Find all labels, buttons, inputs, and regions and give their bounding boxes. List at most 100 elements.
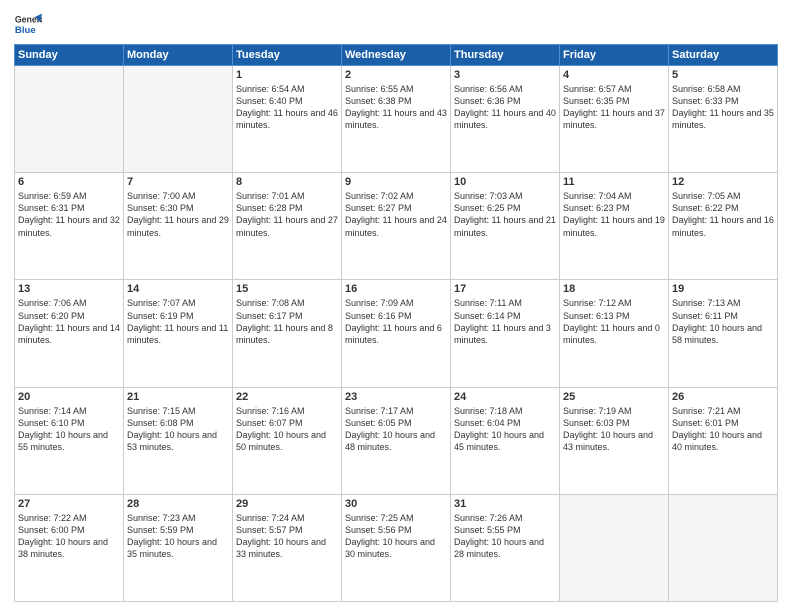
cell-info: Sunrise: 7:14 AMSunset: 6:10 PMDaylight:… (18, 405, 120, 454)
header: General Blue (14, 10, 778, 38)
header-monday: Monday (124, 45, 233, 66)
day-number: 10 (454, 176, 556, 188)
cell-info: Sunrise: 7:09 AMSunset: 6:16 PMDaylight:… (345, 297, 447, 346)
day-number: 19 (672, 283, 774, 295)
week-row-0: 1 Sunrise: 6:54 AMSunset: 6:40 PMDaylight… (15, 66, 778, 173)
calendar-cell: 2 Sunrise: 6:55 AMSunset: 6:38 PMDaylight… (342, 66, 451, 173)
day-number: 18 (563, 283, 665, 295)
day-number: 16 (345, 283, 447, 295)
cell-info: Sunrise: 7:26 AMSunset: 5:55 PMDaylight:… (454, 512, 556, 561)
calendar-cell: 6 Sunrise: 6:59 AMSunset: 6:31 PMDaylight… (15, 173, 124, 280)
cell-info: Sunrise: 7:07 AMSunset: 6:19 PMDaylight:… (127, 297, 229, 346)
cell-info: Sunrise: 7:21 AMSunset: 6:01 PMDaylight:… (672, 405, 774, 454)
cell-info: Sunrise: 7:05 AMSunset: 6:22 PMDaylight:… (672, 190, 774, 239)
day-number: 7 (127, 176, 229, 188)
calendar-cell: 24 Sunrise: 7:18 AMSunset: 6:04 PMDayligh… (451, 387, 560, 494)
day-number: 8 (236, 176, 338, 188)
cell-info: Sunrise: 7:01 AMSunset: 6:28 PMDaylight:… (236, 190, 338, 239)
day-number: 5 (672, 69, 774, 81)
cell-info: Sunrise: 7:12 AMSunset: 6:13 PMDaylight:… (563, 297, 665, 346)
calendar-table: Sunday Monday Tuesday Wednesday Thursday… (14, 44, 778, 602)
cell-info: Sunrise: 7:02 AMSunset: 6:27 PMDaylight:… (345, 190, 447, 239)
cell-info: Sunrise: 7:22 AMSunset: 6:00 PMDaylight:… (18, 512, 120, 561)
calendar-cell: 15 Sunrise: 7:08 AMSunset: 6:17 PMDayligh… (233, 280, 342, 387)
header-saturday: Saturday (669, 45, 778, 66)
calendar-cell: 23Sunrise: 7:17 AMSunset: 6:05 PMDayligh… (342, 387, 451, 494)
calendar-cell: 21Sunrise: 7:15 AMSunset: 6:08 PMDayligh… (124, 387, 233, 494)
cell-info: Sunrise: 6:54 AMSunset: 6:40 PMDaylight:… (236, 83, 338, 132)
cell-info: Sunrise: 7:04 AMSunset: 6:23 PMDaylight:… (563, 190, 665, 239)
cell-info: Sunrise: 7:03 AMSunset: 6:25 PMDaylight:… (454, 190, 556, 239)
calendar-cell: 13 Sunrise: 7:06 AMSunset: 6:20 PMDayligh… (15, 280, 124, 387)
calendar-cell: 14 Sunrise: 7:07 AMSunset: 6:19 PMDayligh… (124, 280, 233, 387)
day-number: 14 (127, 283, 229, 295)
day-number: 28 (127, 498, 229, 510)
day-number: 1 (236, 69, 338, 81)
day-number: 11 (563, 176, 665, 188)
day-number: 2 (345, 69, 447, 81)
calendar-cell: 9 Sunrise: 7:02 AMSunset: 6:27 PMDaylight… (342, 173, 451, 280)
day-number: 31 (454, 498, 556, 510)
calendar-cell: 30 Sunrise: 7:25 AMSunset: 5:56 PMDayligh… (342, 494, 451, 601)
calendar-cell: 1 Sunrise: 6:54 AMSunset: 6:40 PMDaylight… (233, 66, 342, 173)
cell-info: Sunrise: 7:18 AMSunset: 6:04 PMDaylight:… (454, 405, 556, 454)
calendar-cell: 28 Sunrise: 7:23 AMSunset: 5:59 PMDayligh… (124, 494, 233, 601)
day-number: 25 (563, 391, 665, 403)
calendar-cell: 25 Sunrise: 7:19 AMSunset: 6:03 PMDayligh… (560, 387, 669, 494)
day-number: 26 (672, 391, 774, 403)
logo-icon: General Blue (14, 10, 42, 38)
day-number: 4 (563, 69, 665, 81)
day-number: 12 (672, 176, 774, 188)
week-row-1: 6 Sunrise: 6:59 AMSunset: 6:31 PMDaylight… (15, 173, 778, 280)
day-number: 24 (454, 391, 556, 403)
calendar-cell: 31 Sunrise: 7:26 AMSunset: 5:55 PMDayligh… (451, 494, 560, 601)
day-number: 6 (18, 176, 120, 188)
header-friday: Friday (560, 45, 669, 66)
week-row-4: 27 Sunrise: 7:22 AMSunset: 6:00 PMDayligh… (15, 494, 778, 601)
cell-info: Sunrise: 7:19 AMSunset: 6:03 PMDaylight:… (563, 405, 665, 454)
calendar-cell: 20 Sunrise: 7:14 AMSunset: 6:10 PMDayligh… (15, 387, 124, 494)
day-number: 9 (345, 176, 447, 188)
logo: General Blue (14, 10, 42, 38)
calendar-cell: 4Sunrise: 6:57 AMSunset: 6:35 PMDaylight… (560, 66, 669, 173)
calendar-cell (15, 66, 124, 173)
day-header-row: Sunday Monday Tuesday Wednesday Thursday… (15, 45, 778, 66)
day-number: 27 (18, 498, 120, 510)
cell-info: Sunrise: 7:16 AMSunset: 6:07 PMDaylight:… (236, 405, 338, 454)
cell-info: Sunrise: 7:24 AMSunset: 5:57 PMDaylight:… (236, 512, 338, 561)
calendar-cell (560, 494, 669, 601)
cell-info: Sunrise: 7:08 AMSunset: 6:17 PMDaylight:… (236, 297, 338, 346)
week-row-2: 13 Sunrise: 7:06 AMSunset: 6:20 PMDayligh… (15, 280, 778, 387)
calendar-cell (669, 494, 778, 601)
cell-info: Sunrise: 7:23 AMSunset: 5:59 PMDaylight:… (127, 512, 229, 561)
cell-info: Sunrise: 6:58 AMSunset: 6:33 PMDaylight:… (672, 83, 774, 132)
calendar-cell: 26 Sunrise: 7:21 AMSunset: 6:01 PMDayligh… (669, 387, 778, 494)
calendar-cell: 19 Sunrise: 7:13 AMSunset: 6:11 PMDayligh… (669, 280, 778, 387)
header-sunday: Sunday (15, 45, 124, 66)
calendar-cell: 17Sunrise: 7:11 AMSunset: 6:14 PMDayligh… (451, 280, 560, 387)
cell-info: Sunrise: 7:13 AMSunset: 6:11 PMDaylight:… (672, 297, 774, 346)
svg-text:Blue: Blue (15, 25, 36, 36)
day-number: 15 (236, 283, 338, 295)
calendar-cell: 18 Sunrise: 7:12 AMSunset: 6:13 PMDayligh… (560, 280, 669, 387)
calendar-cell: 29Sunrise: 7:24 AMSunset: 5:57 PMDayligh… (233, 494, 342, 601)
cell-info: Sunrise: 7:11 AMSunset: 6:14 PMDaylight:… (454, 297, 556, 346)
calendar-cell: 10 Sunrise: 7:03 AMSunset: 6:25 PMDayligh… (451, 173, 560, 280)
day-number: 30 (345, 498, 447, 510)
cell-info: Sunrise: 7:06 AMSunset: 6:20 PMDaylight:… (18, 297, 120, 346)
day-number: 13 (18, 283, 120, 295)
header-thursday: Thursday (451, 45, 560, 66)
day-number: 20 (18, 391, 120, 403)
calendar-cell: 11 Sunrise: 7:04 AMSunset: 6:23 PMDayligh… (560, 173, 669, 280)
cell-info: Sunrise: 7:25 AMSunset: 5:56 PMDaylight:… (345, 512, 447, 561)
week-row-3: 20 Sunrise: 7:14 AMSunset: 6:10 PMDayligh… (15, 387, 778, 494)
calendar-cell (124, 66, 233, 173)
calendar-cell: 7Sunrise: 7:00 AMSunset: 6:30 PMDaylight… (124, 173, 233, 280)
cell-info: Sunrise: 6:59 AMSunset: 6:31 PMDaylight:… (18, 190, 120, 239)
header-tuesday: Tuesday (233, 45, 342, 66)
calendar-cell: 3Sunrise: 6:56 AMSunset: 6:36 PMDaylight… (451, 66, 560, 173)
calendar-cell: 16 Sunrise: 7:09 AMSunset: 6:16 PMDayligh… (342, 280, 451, 387)
cell-info: Sunrise: 6:55 AMSunset: 6:38 PMDaylight:… (345, 83, 447, 132)
header-wednesday: Wednesday (342, 45, 451, 66)
day-number: 22 (236, 391, 338, 403)
